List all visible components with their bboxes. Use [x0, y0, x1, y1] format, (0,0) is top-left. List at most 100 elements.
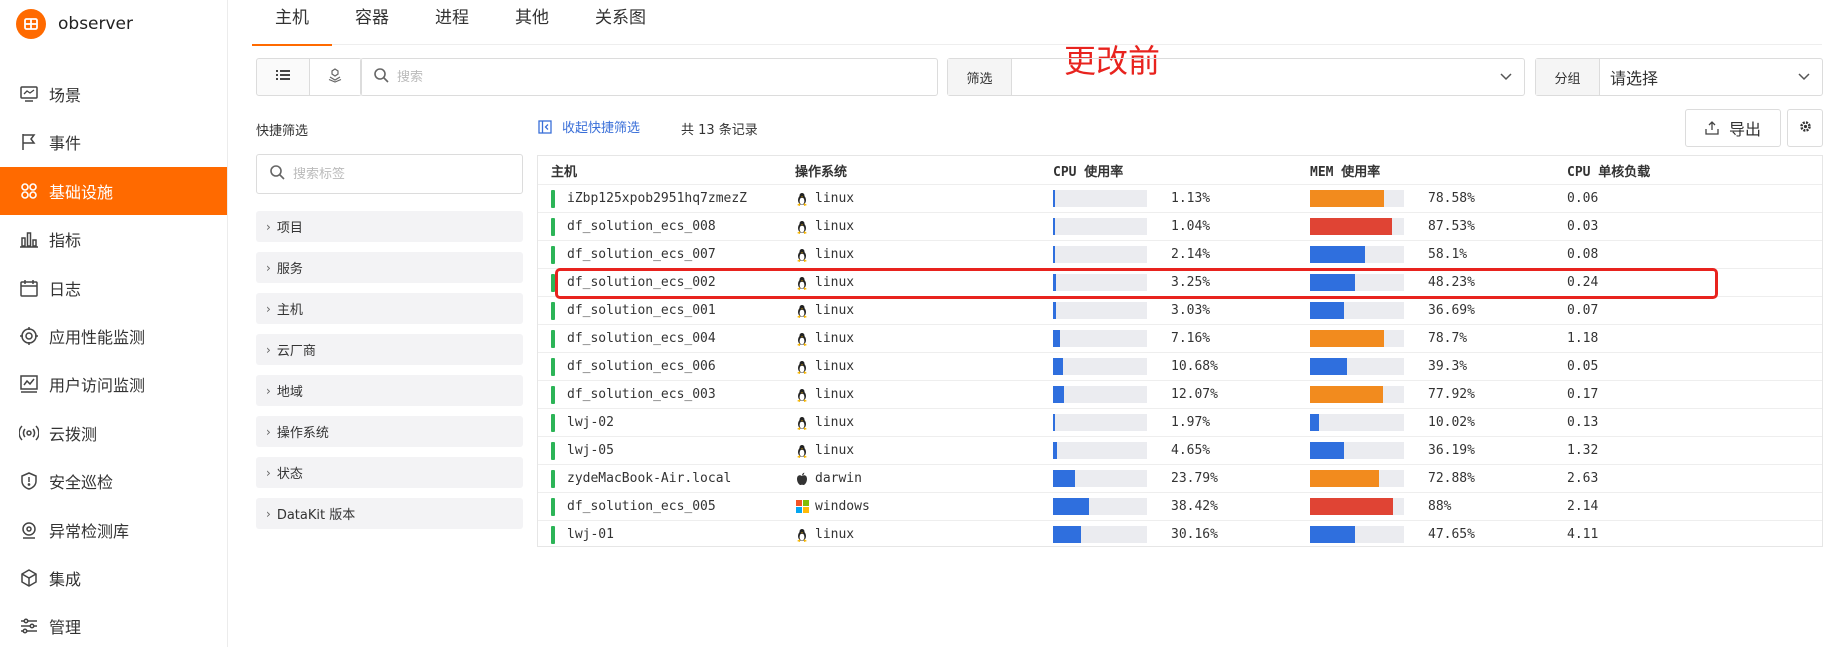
host-name[interactable]: df_solution_ecs_007: [567, 247, 716, 262]
host-name[interactable]: df_solution_ecs_008: [567, 219, 716, 234]
linux-icon: [795, 528, 809, 542]
quick-filter-item[interactable]: › DataKit 版本: [256, 498, 523, 529]
host-name[interactable]: df_solution_ecs_004: [567, 331, 716, 346]
host-name[interactable]: df_solution_ecs_001: [567, 303, 716, 318]
sidebar-item-10[interactable]: 集成: [0, 554, 227, 602]
os-name: linux: [815, 387, 855, 402]
cpu-load-value: 0.24: [1567, 275, 1599, 290]
table-row[interactable]: df_solution_ecs_002 linux 3.25% 48.23% 0.24: [538, 268, 1822, 296]
chevron-right-icon: ›: [266, 342, 271, 357]
tab-4[interactable]: 关系图: [572, 0, 669, 45]
group-select[interactable]: 分组 请选择: [1535, 58, 1823, 96]
mem-usage-bar: [1310, 386, 1404, 403]
sidebar-item-1[interactable]: 事件: [0, 118, 227, 166]
tab-3[interactable]: 其他: [492, 0, 572, 45]
sidebar-item-5[interactable]: 应用性能监测: [0, 312, 227, 360]
os-name: linux: [815, 415, 855, 430]
sidebar-item-8[interactable]: 安全巡检: [0, 457, 227, 505]
sidebar-item-0[interactable]: 场景: [0, 70, 227, 118]
column-os-header[interactable]: 操作系统: [795, 161, 1053, 180]
sidebar-item-9[interactable]: 异常检测库: [0, 506, 227, 554]
sidebar-item-7[interactable]: 云拨测: [0, 409, 227, 457]
status-indicator: [551, 441, 555, 460]
search-input[interactable]: [397, 69, 937, 85]
table-row[interactable]: df_solution_ecs_007 linux 2.14% 58.1% 0.08: [538, 240, 1822, 268]
cpu-usage-bar: [1053, 302, 1147, 319]
search-box: [360, 58, 938, 96]
column-load-header[interactable]: CPU 单核负载: [1567, 161, 1822, 180]
settings-button[interactable]: [1787, 109, 1823, 147]
mem-usage-fill: [1310, 526, 1355, 543]
mem-usage-fill: [1310, 358, 1347, 375]
status-indicator: [551, 385, 555, 404]
host-name[interactable]: df_solution_ecs_005: [567, 499, 716, 514]
sidebar-item-label: 基础设施: [49, 182, 114, 202]
host-name[interactable]: iZbp125xpob2951hq7zmezZ: [567, 191, 747, 206]
tab-0[interactable]: 主机: [252, 0, 332, 46]
cpu-usage-bar: [1053, 470, 1147, 487]
table-row[interactable]: df_solution_ecs_001 linux 3.03% 36.69% 0.07: [538, 296, 1822, 324]
sidebar-item-4[interactable]: 日志: [0, 264, 227, 312]
quick-filter-item[interactable]: › 地域: [256, 375, 523, 406]
host-name[interactable]: lwj-05: [567, 443, 614, 458]
logo-row[interactable]: observer: [0, 0, 227, 48]
host-name[interactable]: df_solution_ecs_003: [567, 387, 716, 402]
mem-usage-fill: [1310, 218, 1392, 235]
cpu-load-value: 0.05: [1567, 359, 1599, 374]
search-icon: [269, 164, 285, 184]
table-row[interactable]: iZbp125xpob2951hq7zmezZ linux 1.13% 78.58% 0…: [538, 184, 1822, 212]
table-row[interactable]: lwj-05 linux 4.65% 36.19% 1.32: [538, 436, 1822, 464]
table-row[interactable]: df_solution_ecs_006 linux 10.68% 39.3% 0.05: [538, 352, 1822, 380]
topology-view-button[interactable]: [308, 59, 361, 95]
host-name[interactable]: df_solution_ecs_002: [567, 275, 716, 290]
quick-filter-item[interactable]: › 项目: [256, 211, 523, 242]
cpu-usage-bar: [1053, 498, 1147, 515]
table-row[interactable]: zydeMacBook-Air.local darwin 23.79% 72.88% 2…: [538, 464, 1822, 492]
host-name[interactable]: zydeMacBook-Air.local: [567, 471, 731, 486]
list-view-button[interactable]: [257, 59, 309, 95]
table-row[interactable]: lwj-01 linux 30.16% 47.65% 4.11: [538, 520, 1822, 548]
sidebar: observer 场景 事件基础设施指标 日志 应用性能监测 用户访问监测 云拨测 安全巡检…: [0, 0, 228, 647]
filter-select[interactable]: [1012, 59, 1524, 95]
host-name[interactable]: lwj-02: [567, 415, 614, 430]
mem-usage-value: 10.02%: [1428, 415, 1475, 430]
cpu-usage-value: 3.25%: [1171, 275, 1211, 290]
sliders-icon: [19, 616, 39, 636]
quick-filter-item[interactable]: › 云厂商: [256, 334, 523, 365]
tag-search-box: [256, 154, 523, 194]
sidebar-item-2[interactable]: 基础设施: [0, 166, 227, 215]
table-row[interactable]: df_solution_ecs_005 windows 38.42% 88% 2.14: [538, 492, 1822, 520]
sidebar-item-11[interactable]: 管理: [0, 602, 227, 647]
app-title: observer: [58, 14, 134, 34]
column-host-header[interactable]: 主机: [538, 161, 795, 180]
linux-icon: [795, 444, 809, 458]
export-button[interactable]: 导出: [1685, 109, 1781, 147]
cpu-usage-value: 2.14%: [1171, 247, 1211, 262]
cpu-load-value: 0.08: [1567, 247, 1599, 262]
sidebar-item-3[interactable]: 指标: [0, 215, 227, 263]
cpu-usage-bar: [1053, 330, 1147, 347]
quick-filter-item[interactable]: › 状态: [256, 457, 523, 488]
collapse-quick-filter-link[interactable]: 收起快捷筛选: [538, 117, 640, 136]
sidebar-item-6[interactable]: 用户访问监测: [0, 360, 227, 408]
quick-filter-item[interactable]: › 服务: [256, 252, 523, 283]
linux-icon: [795, 304, 809, 318]
view-toggle: [256, 58, 362, 96]
mem-usage-value: 48.23%: [1428, 275, 1475, 290]
tab-2[interactable]: 进程: [412, 0, 492, 45]
cpu-usage-fill: [1053, 330, 1060, 347]
host-name[interactable]: lwj-01: [567, 527, 614, 542]
table-row[interactable]: df_solution_ecs_004 linux 7.16% 78.7% 1.18: [538, 324, 1822, 352]
host-name[interactable]: df_solution_ecs_006: [567, 359, 716, 374]
tab-1[interactable]: 容器: [332, 0, 412, 45]
quick-filter-item[interactable]: › 操作系统: [256, 416, 523, 447]
gear-icon: [1799, 120, 1812, 137]
column-cpu-header[interactable]: CPU 使用率: [1053, 161, 1310, 180]
table-row[interactable]: lwj-02 linux 1.97% 10.02% 0.13: [538, 408, 1822, 436]
tag-search-input[interactable]: [293, 166, 522, 182]
table-row[interactable]: df_solution_ecs_008 linux 1.04% 87.53% 0.03: [538, 212, 1822, 240]
column-mem-header[interactable]: MEM 使用率: [1310, 161, 1567, 180]
bar-chart-icon: [19, 229, 39, 249]
quick-filter-item[interactable]: › 主机: [256, 293, 523, 324]
table-row[interactable]: df_solution_ecs_003 linux 12.07% 77.92% 0.17: [538, 380, 1822, 408]
